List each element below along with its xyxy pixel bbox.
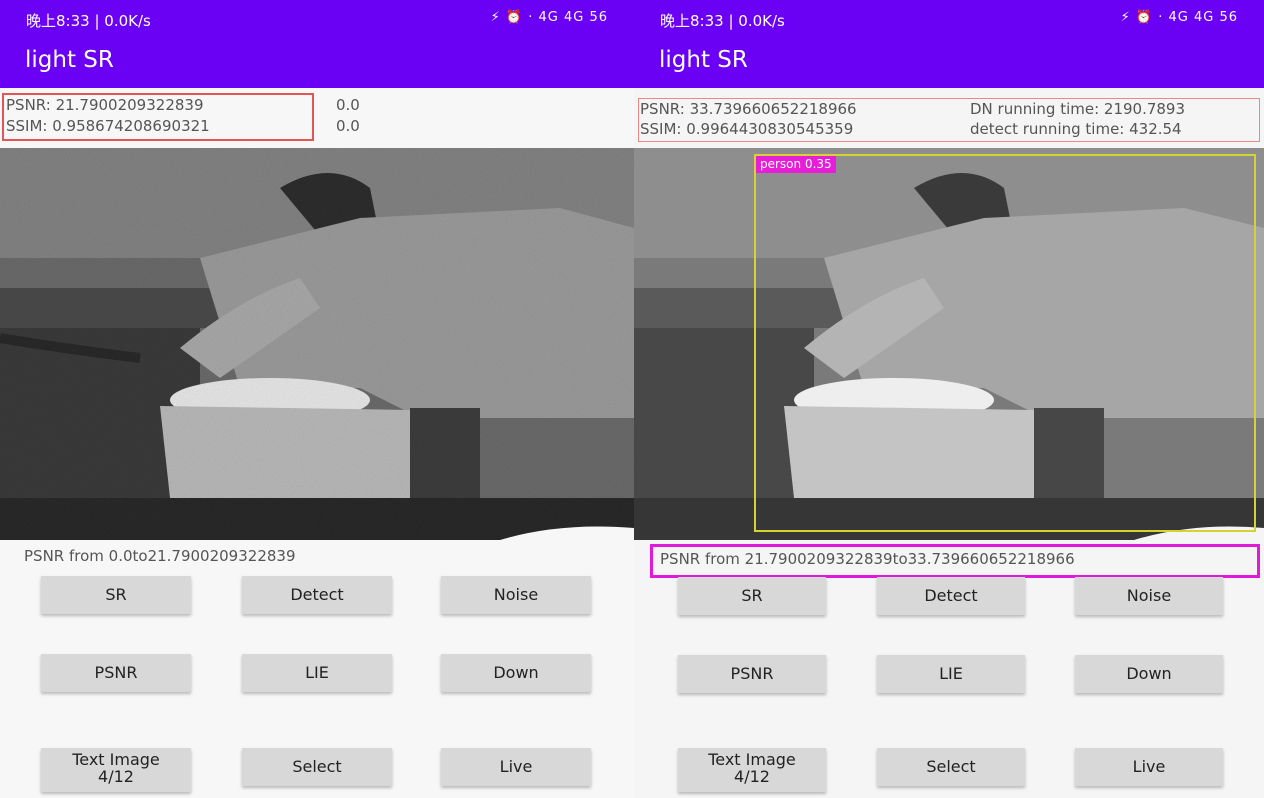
person-detection-label: person 0.35: [756, 156, 836, 173]
left-screen: 晚上8:33 | 0.0K/s ⚡ ⏰ · 4G 4G 56 light SR …: [0, 0, 634, 798]
select-button[interactable]: Select: [877, 748, 1025, 786]
status-icons: ⚡ ⏰ · 4G 4G 56: [1120, 10, 1238, 25]
metrics-panel: PSNR: 33.739660652218966 SSIM: 0.9964430…: [634, 88, 1264, 146]
text-image-button[interactable]: Text Image 4/12: [41, 748, 191, 792]
detect-button[interactable]: Detect: [242, 576, 392, 614]
live-button[interactable]: Live: [1075, 748, 1223, 786]
result-image: [0, 148, 634, 540]
live-button[interactable]: Live: [441, 748, 591, 786]
sr-button[interactable]: SR: [41, 576, 191, 614]
status-icons: ⚡ ⏰ · 4G 4G 56: [490, 10, 608, 25]
psnr-button[interactable]: PSNR: [41, 654, 191, 692]
psnr-value: PSNR: 33.739660652218966: [640, 100, 857, 118]
text-image-label: Text Image: [708, 750, 796, 769]
secondary-value-2: 0.0: [336, 117, 360, 135]
secondary-value-1: 0.0: [336, 96, 360, 114]
status-bar: 晚上8:33 | 0.0K/s ⚡ ⏰ · 4G 4G 56: [0, 0, 634, 38]
right-screen: 晚上8:33 | 0.0K/s ⚡ ⏰ · 4G 4G 56 light SR …: [634, 0, 1264, 798]
status-bar: 晚上8:33 | 0.0K/s ⚡ ⏰ · 4G 4G 56: [634, 0, 1264, 38]
down-button[interactable]: Down: [441, 654, 591, 692]
result-image: person 0.35: [634, 148, 1264, 540]
lie-button[interactable]: LIE: [877, 655, 1025, 693]
ssim-value: SSIM: 0.9964430830545359: [640, 120, 854, 138]
app-title: light SR: [25, 47, 114, 73]
person-detection-box: [754, 154, 1256, 532]
app-bar: light SR: [0, 38, 634, 88]
app-title: light SR: [659, 47, 748, 73]
psnr-range-text: PSNR from 0.0to21.7900209322839: [24, 547, 296, 565]
psnr-value: PSNR: 21.7900209322839: [6, 96, 204, 114]
text-image-button[interactable]: Text Image 4/12: [678, 748, 826, 792]
ssim-value: SSIM: 0.958674208690321: [6, 117, 210, 135]
lie-button[interactable]: LIE: [242, 654, 392, 692]
text-image-counter: 4/12: [734, 767, 770, 786]
dn-running-time: DN running time: 2190.7893: [970, 100, 1186, 118]
noise-button[interactable]: Noise: [441, 576, 591, 614]
text-image-counter: 4/12: [98, 767, 134, 786]
noise-button[interactable]: Noise: [1075, 577, 1223, 615]
sr-button[interactable]: SR: [678, 577, 826, 615]
detect-button[interactable]: Detect: [877, 577, 1025, 615]
metrics-panel: PSNR: 21.7900209322839 SSIM: 0.958674208…: [0, 88, 634, 146]
app-bar: light SR: [634, 38, 1264, 88]
status-time: 晚上8:33 | 0.0K/s: [660, 12, 785, 30]
status-time: 晚上8:33 | 0.0K/s: [26, 12, 151, 30]
detect-running-time: detect running time: 432.54: [970, 120, 1182, 138]
down-button[interactable]: Down: [1075, 655, 1223, 693]
select-button[interactable]: Select: [242, 748, 392, 786]
text-image-label: Text Image: [72, 750, 160, 769]
psnr-range-text: PSNR from 21.7900209322839to33.739660652…: [660, 550, 1075, 568]
psnr-button[interactable]: PSNR: [678, 655, 826, 693]
